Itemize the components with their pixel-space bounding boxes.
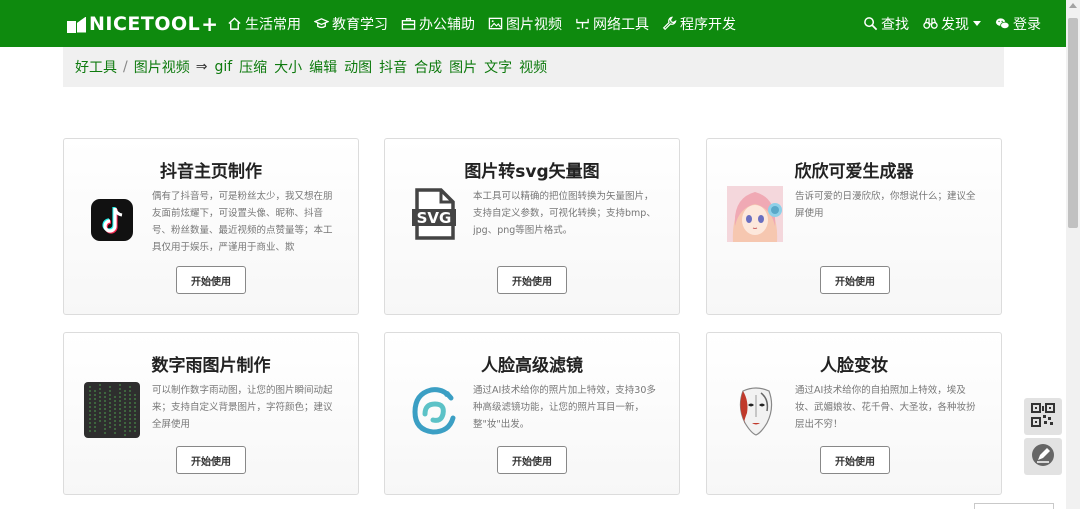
scroll-thumb[interactable] — [1068, 18, 1078, 228]
login-link[interactable]: 登录 — [995, 14, 1041, 34]
start-button[interactable]: 开始使用 — [176, 446, 246, 474]
qr-code-icon — [1031, 402, 1055, 431]
opera-mask-icon[interactable] — [729, 383, 783, 437]
nav-label: 生活常用 — [245, 16, 302, 33]
qr-code-button[interactable] — [1024, 398, 1062, 435]
card-title: 人脸高级滤镜 — [481, 356, 583, 376]
nav-label: 程序开发 — [680, 16, 737, 33]
card-title: 图片转svg矢量图 — [464, 162, 600, 182]
tag-link[interactable]: gif — [214, 59, 232, 75]
logo-mark-icon — [67, 15, 87, 33]
scroll-up-arrow-icon[interactable] — [1069, 3, 1077, 8]
ai-filter-logo-icon[interactable] — [407, 384, 461, 438]
card-title: 抖音主页制作 — [160, 162, 262, 182]
tool-card: 欣欣可爱生成器 告诉可爱的日漫欣欣，你想说什么；建议全屏使用 开始使用 — [706, 138, 1002, 315]
start-button[interactable]: 开始使用 — [176, 266, 246, 294]
chevron-down-icon — [973, 21, 981, 26]
nav-item-office[interactable]: 办公辅助 — [401, 14, 475, 34]
nav-item-education[interactable]: 教育学习 — [314, 14, 388, 34]
search-label: 查找 — [881, 16, 909, 33]
start-button[interactable]: 开始使用 — [820, 446, 890, 474]
card-title: 欣欣可爱生成器 — [794, 162, 914, 182]
anime-girl-icon[interactable] — [727, 186, 783, 242]
nav-label: 办公辅助 — [419, 16, 476, 33]
logo-plus: + — [201, 11, 219, 36]
breadcrumb-separator: / — [123, 59, 128, 75]
network-icon — [575, 16, 590, 31]
tag-link[interactable]: 编辑 — [309, 57, 337, 77]
tag-link[interactable]: 压缩 — [239, 57, 267, 77]
card-title: 数字雨图片制作 — [151, 356, 271, 376]
wrench-icon — [662, 16, 677, 31]
corner-widget — [974, 503, 1054, 509]
card-description: 本工具可以精确的把位图转换为矢量图片，支持自定义参数，可视化转换；支持bmp、j… — [473, 191, 656, 236]
card-description: 告诉可爱的日漫欣欣，你想说什么；建议全屏使用 — [795, 191, 976, 219]
tool-card: 数字雨图片制作 可以制作数字雨动图，让您的图片瞬间动起来；支持自定义背景图片，字… — [63, 332, 359, 495]
tool-card: 人脸高级滤镜 通过AI技术给你的照片加上特效，支持30多种高级滤镜功能，让您的照… — [384, 332, 680, 495]
site-logo[interactable]: NICETOOL + — [67, 0, 218, 47]
tiktok-icon[interactable] — [86, 194, 140, 248]
svg-text:SVG: SVG — [417, 209, 452, 227]
feedback-pen-icon — [1031, 443, 1055, 471]
search-icon — [863, 16, 878, 31]
top-navbar: NICETOOL+ 生活常用 教育学习 办公辅助 图片视频 网络工具 程序开发 — [0, 0, 1066, 47]
digital-rain-icon[interactable] — [84, 382, 140, 438]
tag-link[interactable]: 视频 — [519, 57, 547, 77]
start-button[interactable]: 开始使用 — [497, 446, 567, 474]
tool-card: 人脸变妆 通过AI技术给你的自拍照加上特效，埃及妆、武媚娘妆、花千骨、大圣妆，各… — [706, 332, 1002, 495]
binoculars-icon — [923, 16, 938, 31]
breadcrumb-home[interactable]: 好工具 — [75, 57, 117, 77]
discover-dropdown[interactable]: 发现 — [923, 14, 981, 34]
logo-text: NICETOOL — [89, 12, 201, 35]
breadcrumb-arrow: ⇒ — [195, 59, 208, 75]
breadcrumb-category[interactable]: 图片视频 — [134, 57, 190, 77]
tool-card: 抖音主页制作 偶有了抖音号，可是粉丝太少，我又想在朋友面前炫耀下，可设置头像、昵… — [63, 138, 359, 315]
nav-item-life[interactable]: 生活常用 — [227, 14, 301, 34]
nav-label: 网络工具 — [593, 16, 650, 33]
search-link[interactable]: 查找 — [863, 14, 909, 34]
home-icon — [227, 16, 242, 31]
card-description: 偶有了抖音号，可是粉丝太少，我又想在朋友面前炫耀下，可设置头像、昵称、抖音号、粉… — [152, 191, 333, 253]
nav-item-dev[interactable]: 程序开发 — [662, 14, 736, 34]
tag-link[interactable]: 抖音 — [379, 57, 407, 77]
tool-card: 图片转svg矢量图 SVG 本工具可以精确的把位图转换为矢量图片，支持自定义参数… — [384, 138, 680, 315]
card-description: 可以制作数字雨动图，让您的图片瞬间动起来；支持自定义背景图片，字符颜色；建议全屏… — [152, 385, 333, 430]
page-scrollbar[interactable] — [1066, 0, 1080, 509]
wechat-icon — [995, 16, 1010, 31]
card-description: 通过AI技术给你的自拍照加上特效，埃及妆、武媚娘妆、花千骨、大圣妆，各种妆扮层出… — [795, 385, 976, 430]
feedback-button[interactable] — [1024, 438, 1062, 475]
nav-item-network[interactable]: 网络工具 — [575, 14, 649, 34]
nav-label: 图片视频 — [506, 16, 563, 33]
card-description: 通过AI技术给你的照片加上特效，支持30多种高级滤镜功能，让您的照片耳目一新，整… — [473, 385, 656, 430]
tag-link[interactable]: 合成 — [414, 57, 442, 77]
briefcase-icon — [401, 16, 416, 31]
nav-label: 教育学习 — [332, 16, 389, 33]
main-nav: 生活常用 教育学习 办公辅助 图片视频 网络工具 程序开发 — [227, 14, 749, 34]
start-button[interactable]: 开始使用 — [820, 266, 890, 294]
graduation-cap-icon — [314, 16, 330, 31]
discover-label: 发现 — [941, 16, 969, 33]
login-label: 登录 — [1013, 16, 1041, 33]
user-nav: 查找 发现 登录 — [849, 0, 1041, 47]
tag-link[interactable]: 文字 — [484, 57, 512, 77]
tag-link[interactable]: 动图 — [344, 57, 372, 77]
tag-link[interactable]: 图片 — [449, 57, 477, 77]
breadcrumb: 好工具 / 图片视频 ⇒ gif 压缩 大小 编辑 动图 抖音 合成 图片 文字… — [63, 47, 1004, 87]
image-icon — [488, 16, 503, 31]
nav-item-image-video[interactable]: 图片视频 — [488, 14, 562, 34]
card-title: 人脸变妆 — [820, 356, 888, 376]
svg-file-icon[interactable]: SVG — [407, 187, 461, 241]
tag-link[interactable]: 大小 — [274, 57, 302, 77]
start-button[interactable]: 开始使用 — [497, 266, 567, 294]
